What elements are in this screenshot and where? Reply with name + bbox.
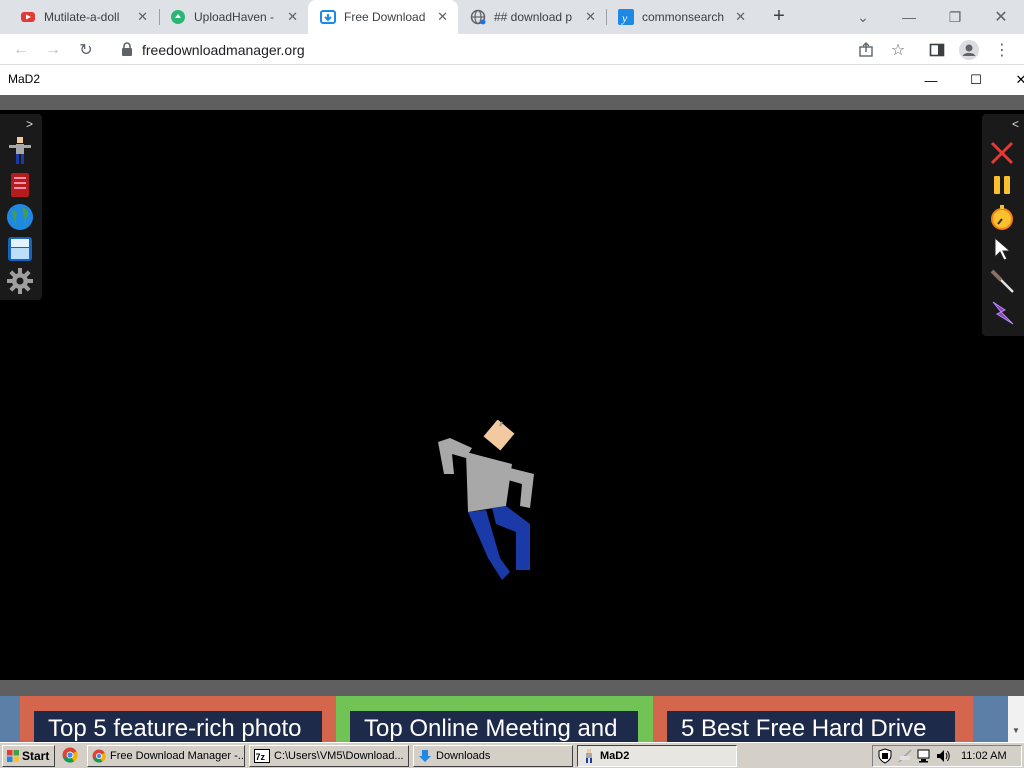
mad2-app-icon (582, 749, 596, 763)
tab-close-icon[interactable]: ✕ (735, 9, 746, 25)
tab-title: Free Download (344, 10, 426, 24)
taskbar-button-7zip-folder[interactable]: 7z C:\Users\VM5\Download... (249, 745, 409, 767)
minimize-icon[interactable]: — (886, 0, 932, 34)
system-tray: 11:02 AM (872, 745, 1022, 767)
svg-text:7z: 7z (256, 752, 266, 762)
app-maximize-icon[interactable]: ☐ (961, 69, 991, 91)
ragdoll-figure[interactable] (430, 420, 550, 590)
taskbar-button-label: Free Download Manager -... (110, 750, 245, 762)
left-panel-toggle[interactable]: > (26, 117, 33, 131)
pause-icon[interactable] (987, 170, 1017, 200)
restore-icon[interactable]: ❐ (932, 0, 978, 34)
tab-download-p[interactable]: ## download p ✕ (458, 0, 606, 34)
page-scrollbar[interactable]: ▼ (1008, 696, 1024, 742)
address-bar[interactable]: freedownloadmanager.org (112, 38, 892, 62)
tab-title: UploadHaven - (194, 10, 275, 24)
settings-gear-icon[interactable] (5, 266, 35, 296)
close-x-icon[interactable] (987, 138, 1017, 168)
game-top-border (0, 95, 1024, 110)
knife-icon[interactable] (987, 266, 1017, 296)
book-icon[interactable] (5, 170, 35, 200)
taskbar-button-label: Downloads (436, 750, 491, 762)
webpage-content-strip: Top 5 feature-rich photo Top Online Meet… (0, 696, 1024, 742)
globe-icon (470, 9, 486, 25)
game-bottom-border (0, 680, 1024, 696)
volume-speaker-icon[interactable] (935, 748, 951, 764)
tab-free-download[interactable]: Free Download ✕ (308, 0, 458, 34)
save-icon[interactable] (5, 234, 35, 264)
lock-icon[interactable] (120, 41, 134, 62)
tab-uploadhaven[interactable]: UploadHaven - ✕ (158, 0, 308, 34)
reload-icon[interactable]: ↻ (75, 39, 97, 61)
lightning-icon[interactable] (987, 298, 1017, 328)
scroll-down-arrow-icon[interactable]: ▼ (1012, 726, 1020, 735)
app-minimize-icon[interactable]: — (916, 69, 946, 91)
app-close-icon[interactable]: ✕ (1006, 69, 1024, 91)
taskbar-button-mad2[interactable]: MaD2 (577, 745, 737, 767)
tab-close-icon[interactable]: ✕ (585, 9, 596, 25)
fdm-icon (320, 9, 336, 25)
taskbar-button-downloads[interactable]: Downloads (413, 745, 573, 767)
share-icon[interactable] (855, 39, 877, 61)
left-tool-panel: > (0, 114, 42, 300)
yahoo-icon: y (618, 9, 634, 25)
start-button[interactable]: Start (2, 745, 55, 767)
ragdoll-torso[interactable] (466, 452, 512, 512)
tab-title: ## download p (494, 10, 573, 24)
side-panel-icon[interactable] (926, 39, 948, 61)
clock-time[interactable]: 11:02 AM (961, 750, 1007, 762)
taskbar-button-label: MaD2 (600, 750, 630, 762)
profile-avatar-icon[interactable] (958, 39, 980, 61)
article-card[interactable]: Top Online Meeting and (336, 696, 656, 742)
security-shield-icon[interactable] (877, 748, 893, 764)
download-arrow-icon (418, 749, 432, 763)
ragdoll-right-arm[interactable] (508, 468, 534, 508)
tab-close-icon[interactable]: ✕ (287, 9, 298, 25)
taskbar-button-free-download-manager[interactable]: Free Download Manager -... (87, 745, 245, 767)
browser-tab-strip: Mutilate-a-doll ✕ UploadHaven - ✕ Free D… (0, 0, 1024, 34)
tab-commonsearch[interactable]: y commonsearch ✕ (606, 0, 756, 34)
browser-toolbar: ← → ↻ freedownloadmanager.org ☆ ⋮ (0, 34, 1024, 65)
windows-flag-icon (6, 749, 20, 763)
url-text: freedownloadmanager.org (142, 42, 305, 58)
tab-search-chevron-icon[interactable]: ⌄ (840, 0, 886, 34)
network-disabled-icon[interactable] (897, 748, 913, 764)
ragdoll-head[interactable] (483, 420, 515, 451)
start-label: Start (22, 749, 50, 763)
right-panel-toggle[interactable]: < (1012, 117, 1019, 131)
video-site-icon (20, 9, 36, 25)
article-title[interactable]: Top 5 feature-rich photo (34, 711, 322, 742)
ragdoll-icon[interactable] (5, 136, 35, 166)
forward-arrow-icon[interactable]: → (42, 39, 64, 61)
windows-taskbar: Start Free Download Manager -... 7z C:\U… (0, 742, 1024, 768)
game-canvas[interactable] (0, 110, 1024, 680)
network-computer-icon[interactable] (916, 748, 932, 764)
article-card[interactable]: 5 Best Free Hard Drive (653, 696, 973, 742)
app-window-titlebar: MaD2 — ☐ ✕ (0, 65, 1024, 95)
new-tab-button[interactable]: + (768, 5, 790, 27)
app-title: MaD2 (8, 72, 41, 86)
tab-title: commonsearch (642, 10, 725, 24)
stopwatch-icon[interactable] (987, 202, 1017, 232)
bookmark-star-icon[interactable]: ☆ (887, 39, 909, 61)
tab-title: Mutilate-a-doll (44, 10, 120, 24)
pointer-cursor-icon[interactable] (987, 234, 1017, 264)
chrome-icon (92, 749, 106, 763)
taskbar-button-label: C:\Users\VM5\Download... (274, 750, 404, 762)
globe-icon[interactable] (5, 202, 35, 232)
article-title[interactable]: 5 Best Free Hard Drive (667, 711, 955, 742)
kebab-menu-icon[interactable]: ⋮ (991, 39, 1013, 61)
tab-close-icon[interactable]: ✕ (137, 9, 148, 25)
7zip-icon: 7z (254, 749, 270, 763)
back-arrow-icon[interactable]: ← (10, 39, 32, 61)
article-card[interactable]: Top 5 feature-rich photo (20, 696, 340, 742)
uploadhaven-icon (170, 9, 186, 25)
svg-text:y: y (621, 11, 628, 25)
chrome-quicklaunch-icon[interactable] (62, 747, 78, 768)
article-title[interactable]: Top Online Meeting and (350, 711, 638, 742)
right-tool-panel: < (982, 114, 1024, 336)
close-window-icon[interactable]: ✕ (978, 0, 1024, 34)
tab-close-icon[interactable]: ✕ (437, 9, 448, 25)
tab-mutilate-a-doll[interactable]: Mutilate-a-doll ✕ (8, 0, 158, 34)
